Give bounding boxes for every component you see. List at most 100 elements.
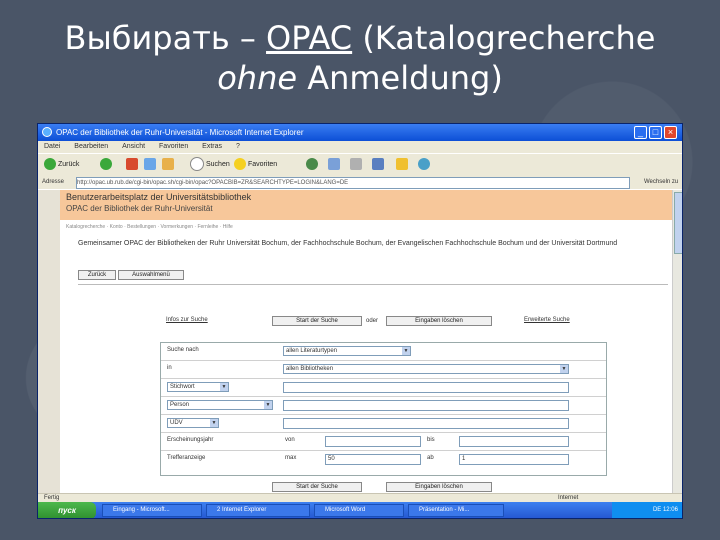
- print-icon: [350, 158, 362, 171]
- taskbar-item-powerpoint[interactable]: Präsentation - Mi...: [408, 504, 504, 517]
- chevron-down-icon: ▼: [264, 401, 272, 409]
- go-button[interactable]: Wechseln zu: [644, 176, 678, 189]
- menu-favoriten[interactable]: Favoriten: [159, 143, 188, 150]
- left-frame: [38, 190, 60, 493]
- library-value: allen Bibliotheken: [286, 366, 334, 372]
- taskbar: пуск Eingang - Microsoft... 2 Internet E…: [38, 502, 682, 518]
- clear-input-button-bottom[interactable]: Eingaben löschen: [386, 482, 492, 492]
- keyword-input[interactable]: [283, 382, 569, 393]
- browser-window: OPAC der Bibliothek der Ruhr-Universität…: [37, 123, 683, 519]
- menu-datei[interactable]: Datei: [44, 143, 60, 150]
- keyword-field-select[interactable]: Stichwort ▼: [167, 382, 229, 392]
- refresh-button[interactable]: [144, 157, 158, 173]
- messenger-button[interactable]: [418, 157, 432, 173]
- start-button[interactable]: пуск: [38, 502, 96, 518]
- search-button[interactable]: Suchen: [190, 157, 230, 173]
- search-form: Suche nach allen Literaturtypen ▼ in alle…: [160, 342, 607, 476]
- udv-field-select[interactable]: UDV ▼: [167, 418, 219, 428]
- udv-input[interactable]: [283, 418, 569, 429]
- window-title: OPAC der Bibliothek der Ruhr-Universität…: [56, 128, 304, 137]
- search-label: Suchen: [206, 161, 230, 168]
- year-to-input[interactable]: [459, 436, 569, 447]
- year-from-input[interactable]: [325, 436, 421, 447]
- results-max-input[interactable]: 50: [325, 454, 421, 465]
- star-icon: [234, 158, 246, 171]
- home-icon: [162, 158, 174, 171]
- divider: [78, 284, 668, 285]
- address-label: Adresse: [42, 179, 65, 185]
- scrollbar-thumb[interactable]: [674, 192, 682, 254]
- chevron-down-icon: ▼: [402, 347, 410, 355]
- home-button[interactable]: [162, 157, 176, 173]
- print-button[interactable]: [350, 157, 364, 173]
- page-header-banner: Benutzerarbeitsplatz der Universitätsbib…: [60, 190, 672, 220]
- toolbar: Zurück Suchen Favoriten: [38, 153, 682, 177]
- address-bar: Adresse http://opac.ub.rub.de/cgi-bin/op…: [38, 176, 682, 189]
- literature-type-value: allen Literaturtypen: [286, 348, 338, 354]
- menu-bearbeiten[interactable]: Bearbeiten: [74, 143, 108, 150]
- messenger-icon: [418, 158, 430, 171]
- menu-extras[interactable]: Extras: [202, 143, 222, 150]
- results-from-input[interactable]: 1: [459, 454, 569, 465]
- menu-ansicht[interactable]: Ansicht: [122, 143, 145, 150]
- person-field-select[interactable]: Person ▼: [167, 400, 273, 410]
- literature-type-select[interactable]: allen Literaturtypen ▼: [283, 346, 411, 356]
- results-max-label: max: [285, 455, 297, 461]
- taskbar-item-word[interactable]: Microsoft Word: [314, 504, 404, 517]
- edit-button[interactable]: [372, 157, 386, 173]
- form-row-library: in allen Bibliotheken ▼: [161, 361, 606, 379]
- folder-button[interactable]: [396, 157, 410, 173]
- vertical-scrollbar[interactable]: [672, 190, 682, 493]
- menu-help[interactable]: ?: [236, 143, 240, 150]
- maximize-button[interactable]: □: [649, 126, 662, 139]
- taskbar-item-mail[interactable]: Eingang - Microsoft...: [102, 504, 202, 517]
- slide-title-line1: Выбирать – OPAC (Katalogrecherche: [0, 18, 720, 58]
- forward-button[interactable]: [100, 157, 114, 173]
- mail-icon: [328, 158, 340, 171]
- search-help-link[interactable]: Infos zur Suche: [166, 317, 208, 323]
- title-italic: ohne: [217, 59, 298, 97]
- year-from-label: von: [285, 437, 295, 443]
- title-part2: (Katalogrecherche: [352, 19, 656, 57]
- year-to-label: bis: [427, 437, 435, 443]
- nav-subtext: Katalogrecherche · Konto · Bestellungen …: [66, 224, 233, 230]
- slide-title: Выбирать – OPAC (Katalogrecherche ohne A…: [0, 18, 720, 98]
- page-content: Benutzerarbeitsplatz der Universitätsbib…: [38, 190, 672, 493]
- opac-link[interactable]: OPAC: [266, 19, 352, 57]
- ie-icon: [42, 127, 52, 137]
- start-search-button-bottom[interactable]: Start der Suche: [272, 482, 362, 492]
- taskbar-item-ie[interactable]: 2 Internet Explorer: [206, 504, 310, 517]
- form-row-keyword: Stichwort ▼: [161, 379, 606, 397]
- slide-title-line2: ohne Anmeldung): [0, 58, 720, 98]
- extended-search-link[interactable]: Erweiterte Suche: [524, 317, 570, 323]
- refresh-icon: [144, 158, 156, 171]
- favorites-button[interactable]: Favoriten: [234, 157, 277, 173]
- edit-icon: [372, 158, 384, 171]
- form-row-udv: UDV ▼: [161, 415, 606, 433]
- minimize-button[interactable]: _: [634, 126, 647, 139]
- window-titlebar[interactable]: OPAC der Bibliothek der Ruhr-Universität…: [38, 124, 682, 141]
- back-button[interactable]: Zurück: [44, 157, 79, 173]
- keyword-field-value: Stichwort: [170, 384, 195, 390]
- clear-input-button[interactable]: Eingaben löschen: [386, 316, 492, 326]
- udv-field-value: UDV: [170, 420, 183, 426]
- history-icon: [306, 158, 318, 171]
- address-input[interactable]: http://opac.ub.rub.de/cgi-bin/opac.sh/cg…: [76, 177, 630, 189]
- stop-button[interactable]: [126, 157, 140, 173]
- selection-menu-button[interactable]: Auswahlmenü: [118, 270, 184, 280]
- start-search-button[interactable]: Start der Suche: [272, 316, 362, 326]
- history-button[interactable]: [306, 157, 320, 173]
- close-button[interactable]: ×: [664, 126, 677, 139]
- system-tray: DE 12:06: [612, 502, 682, 518]
- chevron-down-icon: ▼: [560, 365, 568, 373]
- form-row-results: Trefferanzeige max 50 ab 1: [161, 451, 606, 468]
- oder-text: oder: [366, 318, 379, 324]
- person-input[interactable]: [283, 400, 569, 411]
- back-page-button[interactable]: Zurück: [78, 270, 116, 280]
- forward-arrow-icon: [100, 158, 112, 171]
- search-type-label: Suche nach: [167, 347, 199, 353]
- title-rest: Anmeldung): [297, 59, 503, 97]
- person-field-value: Person: [170, 402, 190, 408]
- library-select[interactable]: allen Bibliotheken ▼: [283, 364, 569, 374]
- mail-button[interactable]: [328, 157, 342, 173]
